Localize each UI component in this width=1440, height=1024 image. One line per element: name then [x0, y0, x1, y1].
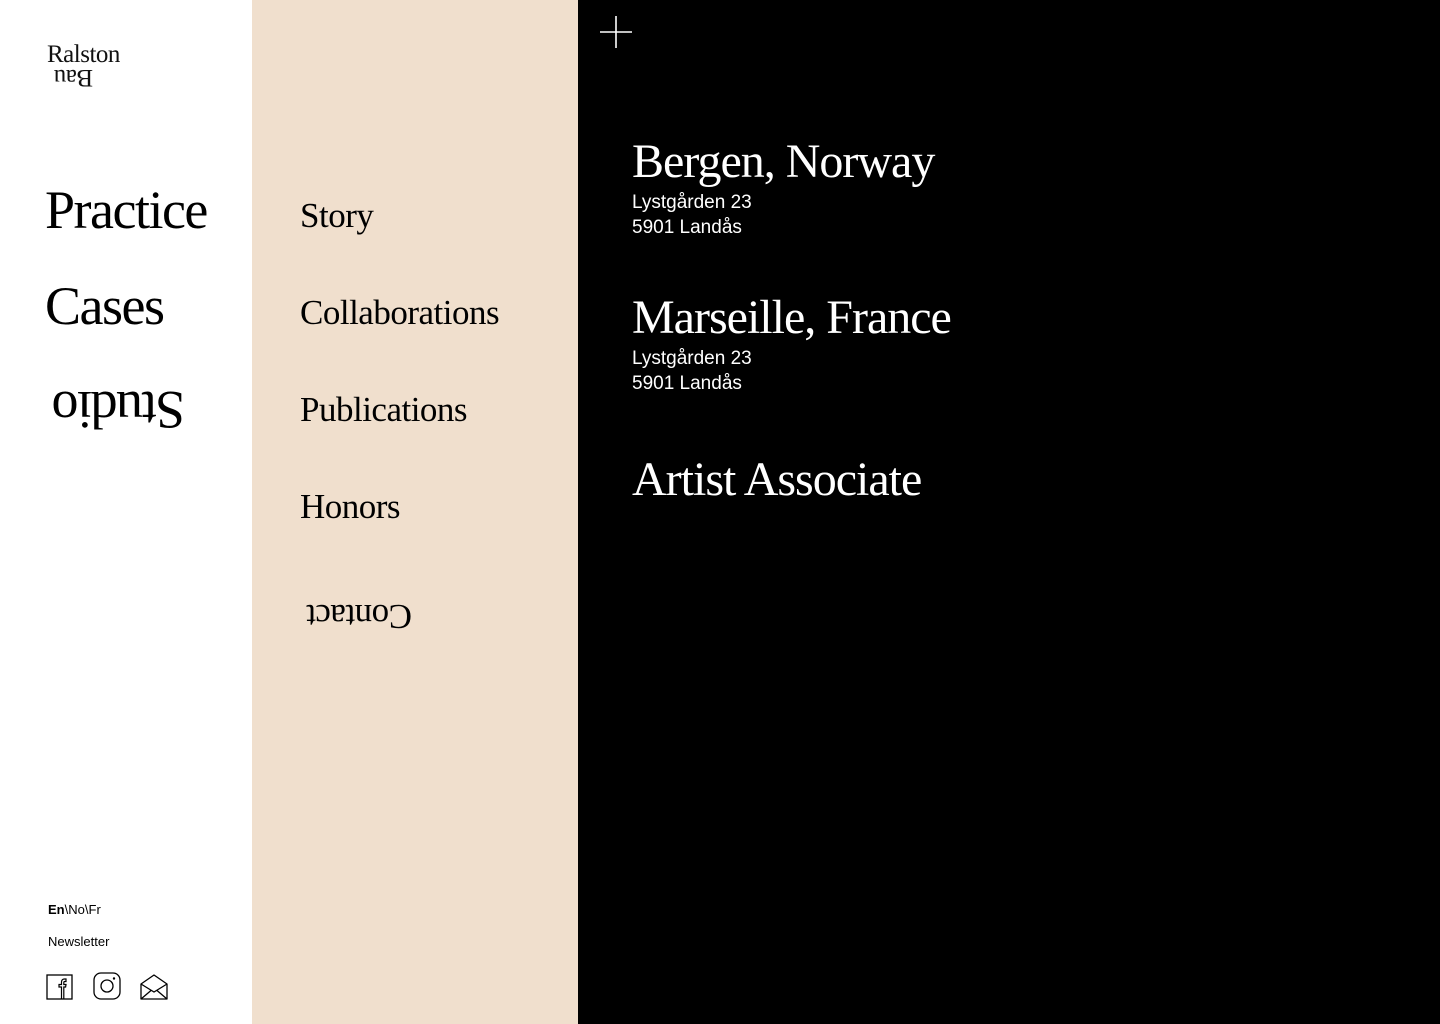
brand-logo-line1: Ralston: [47, 41, 120, 68]
location-postal: 5901 Landås: [632, 217, 742, 238]
sub-nav-publications[interactable]: Publications: [300, 388, 499, 485]
brand-logo-line2: Bau: [54, 64, 93, 91]
sub-nav-collaborations[interactable]: Collaborations: [300, 291, 500, 388]
location-item: Marseille, France Lystgården 23 5901 Lan…: [632, 290, 952, 396]
language-option-en[interactable]: En: [48, 902, 65, 917]
primary-nav-practice[interactable]: Practice: [45, 180, 208, 276]
location-item: Bergen, Norway Lystgården 23 5901 Landås: [632, 134, 951, 240]
left-sidebar: Ralston Bau Practice Cases Studio En\No\…: [0, 0, 252, 1024]
facebook-icon[interactable]: [46, 972, 74, 1000]
language-switcher: En\No\Fr: [48, 902, 101, 917]
associate-title[interactable]: Artist Associate: [632, 452, 922, 508]
brand-logo[interactable]: Ralston Bau: [47, 41, 120, 91]
language-option-fr[interactable]: Fr: [89, 902, 101, 917]
sub-nav-panel: Story Collaborations Publications Honors…: [252, 0, 578, 1024]
plus-icon[interactable]: [600, 16, 632, 48]
locations-list: Bergen, Norway Lystgården 23 5901 Landås…: [632, 134, 952, 446]
sub-nav: Story Collaborations Publications Honors…: [300, 194, 500, 679]
language-option-no[interactable]: No: [68, 902, 85, 917]
location-title: Bergen, Norway: [632, 135, 935, 188]
contact-panel: Bergen, Norway Lystgården 23 5901 Landås…: [578, 0, 1440, 1024]
location-title: Marseille, France: [632, 291, 952, 344]
primary-nav: Practice Cases Studio: [45, 180, 208, 468]
newsletter-link[interactable]: Newsletter: [48, 934, 109, 949]
location-street: Lystgården 23: [632, 192, 752, 213]
mail-icon[interactable]: [140, 972, 168, 1000]
location-street: Lystgården 23: [632, 348, 752, 369]
sub-nav-story[interactable]: Story: [300, 194, 499, 291]
instagram-icon[interactable]: [93, 972, 121, 1000]
primary-nav-studio[interactable]: Studio: [23, 344, 185, 440]
sub-nav-contact[interactable]: Contact: [213, 541, 412, 638]
location-postal: 5901 Landås: [632, 373, 742, 394]
page: Ralston Bau Practice Cases Studio En\No\…: [0, 0, 1440, 1024]
social-links: [46, 972, 168, 1000]
